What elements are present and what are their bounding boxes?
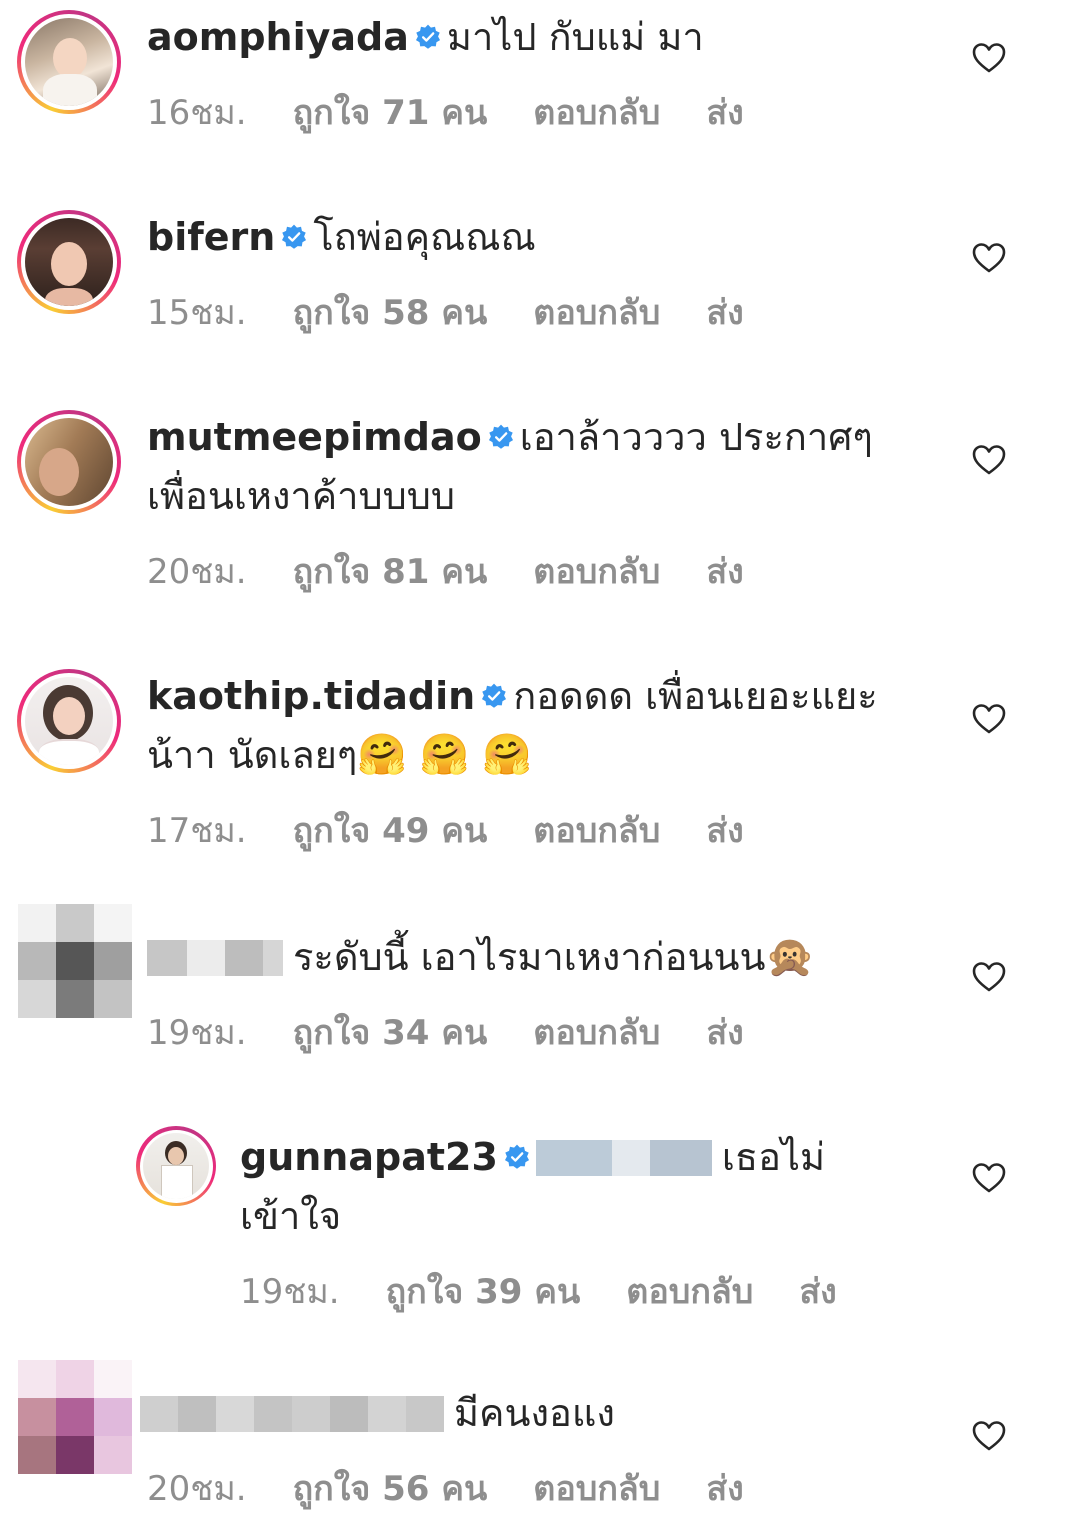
username[interactable]: bifern	[147, 215, 275, 259]
likes-count[interactable]: ถูกใจ 49 คน	[293, 811, 488, 851]
verified-badge-icon	[488, 424, 514, 450]
send-button[interactable]: ส่ง	[706, 811, 743, 851]
mention-pixelated[interactable]	[535, 1139, 712, 1180]
send-button[interactable]: ส่ง	[706, 1469, 743, 1509]
username[interactable]: gunnapat23	[240, 1135, 498, 1179]
send-button[interactable]: ส่ง	[706, 93, 743, 133]
like-heart-icon[interactable]	[972, 703, 1006, 735]
comment-meta: 20ชม. ถูกใจ 56 คน ตอบกลับ ส่ง	[147, 1461, 790, 1515]
timestamp: 15ชม.	[147, 293, 247, 333]
like-heart-icon[interactable]	[972, 242, 1006, 274]
comment-text: bifern โถพ่อคุณณณ	[147, 213, 536, 261]
comment-body: กอดดด เพื่อนเยอะแยะ	[513, 674, 878, 718]
avatar[interactable]	[17, 410, 121, 514]
avatar[interactable]	[136, 1126, 216, 1206]
comment-text: mutmeepimdao เอาล้าวววว ประกาศๆ	[147, 413, 873, 461]
timestamp: 17ชม.	[147, 811, 247, 851]
username-pixelated[interactable]	[147, 939, 283, 980]
comment-text: gunnapat23 เธอไม่	[240, 1133, 825, 1181]
comment-text: aomphiyada มาไป กับแม่ มา	[147, 13, 704, 61]
likes-count[interactable]: ถูกใจ 81 คน	[293, 552, 488, 592]
comment-text-continued: เพื่อนเหงาค้าบบบบ	[147, 474, 456, 518]
timestamp: 20ชม.	[147, 1469, 247, 1509]
timestamp: 19ชม.	[147, 1013, 247, 1053]
comment-meta: 20ชม. ถูกใจ 81 คน ตอบกลับ ส่ง	[147, 544, 790, 598]
likes-count[interactable]: ถูกใจ 34 คน	[293, 1013, 488, 1053]
comment-meta: 19ชม. ถูกใจ 34 คน ตอบกลับ ส่ง	[147, 1005, 790, 1059]
comment-meta: 15ชม. ถูกใจ 58 คน ตอบกลับ ส่ง	[147, 285, 790, 339]
likes-count[interactable]: ถูกใจ 39 คน	[386, 1272, 581, 1312]
username[interactable]: mutmeepimdao	[147, 415, 482, 459]
comment-meta: 17ชม. ถูกใจ 49 คน ตอบกลับ ส่ง	[147, 803, 790, 857]
send-button[interactable]: ส่ง	[706, 293, 743, 333]
username[interactable]: kaothip.tidadin	[147, 674, 475, 718]
avatar-pixelated[interactable]	[18, 904, 132, 1018]
timestamp: 20ชม.	[147, 552, 247, 592]
comment-body: โถพ่อคุณณณ	[313, 215, 536, 259]
comment-text: kaothip.tidadin กอดดด เพื่อนเยอะแยะ	[147, 672, 878, 720]
reply-button[interactable]: ตอบกลับ	[533, 811, 660, 851]
like-heart-icon[interactable]	[972, 961, 1006, 993]
avatar-pixelated[interactable]	[18, 1360, 132, 1474]
comment-text: ระดับนี้ เอาไรมาเหงาก่อนนน🙊	[147, 933, 815, 981]
comment-body: มีคนงอแง	[454, 1391, 615, 1435]
comment-body: ระดับนี้ เอาไรมาเหงาก่อนนน	[293, 935, 766, 979]
username-pixelated[interactable]	[140, 1395, 444, 1436]
verified-badge-icon	[504, 1144, 530, 1170]
likes-count[interactable]: ถูกใจ 71 คน	[293, 93, 488, 133]
reply-button[interactable]: ตอบกลับ	[533, 1013, 660, 1053]
comment-meta: 16ชม. ถูกใจ 71 คน ตอบกลับ ส่ง	[147, 85, 790, 139]
likes-count[interactable]: ถูกใจ 56 คน	[293, 1469, 488, 1509]
like-heart-icon[interactable]	[972, 1162, 1006, 1194]
avatar[interactable]	[17, 669, 121, 773]
see-no-evil-monkey-emoji: 🙊	[765, 934, 816, 980]
reply-button[interactable]: ตอบกลับ	[626, 1272, 753, 1312]
comment-body: มาไป กับแม่ มา	[446, 15, 704, 59]
send-button[interactable]: ส่ง	[799, 1272, 836, 1312]
verified-badge-icon	[481, 683, 507, 709]
timestamp: 19ชม.	[240, 1272, 340, 1312]
verified-badge-icon	[415, 24, 441, 50]
comment-body: เอาล้าวววว ประกาศๆ	[519, 415, 873, 459]
reply-button[interactable]: ตอบกลับ	[533, 293, 660, 333]
comment-meta: 19ชม. ถูกใจ 39 คน ตอบกลับ ส่ง	[240, 1264, 883, 1318]
reply-button[interactable]: ตอบกลับ	[533, 552, 660, 592]
like-heart-icon[interactable]	[972, 444, 1006, 476]
send-button[interactable]: ส่ง	[706, 552, 743, 592]
like-heart-icon[interactable]	[972, 1420, 1006, 1452]
username[interactable]: aomphiyada	[147, 15, 409, 59]
comment-text-continued: น้าา นัดเลยๆ🤗 🤗 🤗	[147, 732, 533, 778]
send-button[interactable]: ส่ง	[706, 1013, 743, 1053]
avatar[interactable]	[17, 210, 121, 314]
hugging-face-emoji: 🤗 🤗 🤗	[357, 732, 533, 778]
comment-text: มีคนงอแง	[140, 1389, 615, 1437]
likes-count[interactable]: ถูกใจ 58 คน	[293, 293, 488, 333]
comment-body: เธอไม่	[721, 1135, 826, 1179]
timestamp: 16ชม.	[147, 93, 247, 133]
avatar[interactable]	[17, 10, 121, 114]
reply-button[interactable]: ตอบกลับ	[533, 93, 660, 133]
reply-button[interactable]: ตอบกลับ	[533, 1469, 660, 1509]
verified-badge-icon	[281, 224, 307, 250]
like-heart-icon[interactable]	[972, 42, 1006, 74]
comment-text-continued: เข้าใจ	[240, 1194, 342, 1238]
